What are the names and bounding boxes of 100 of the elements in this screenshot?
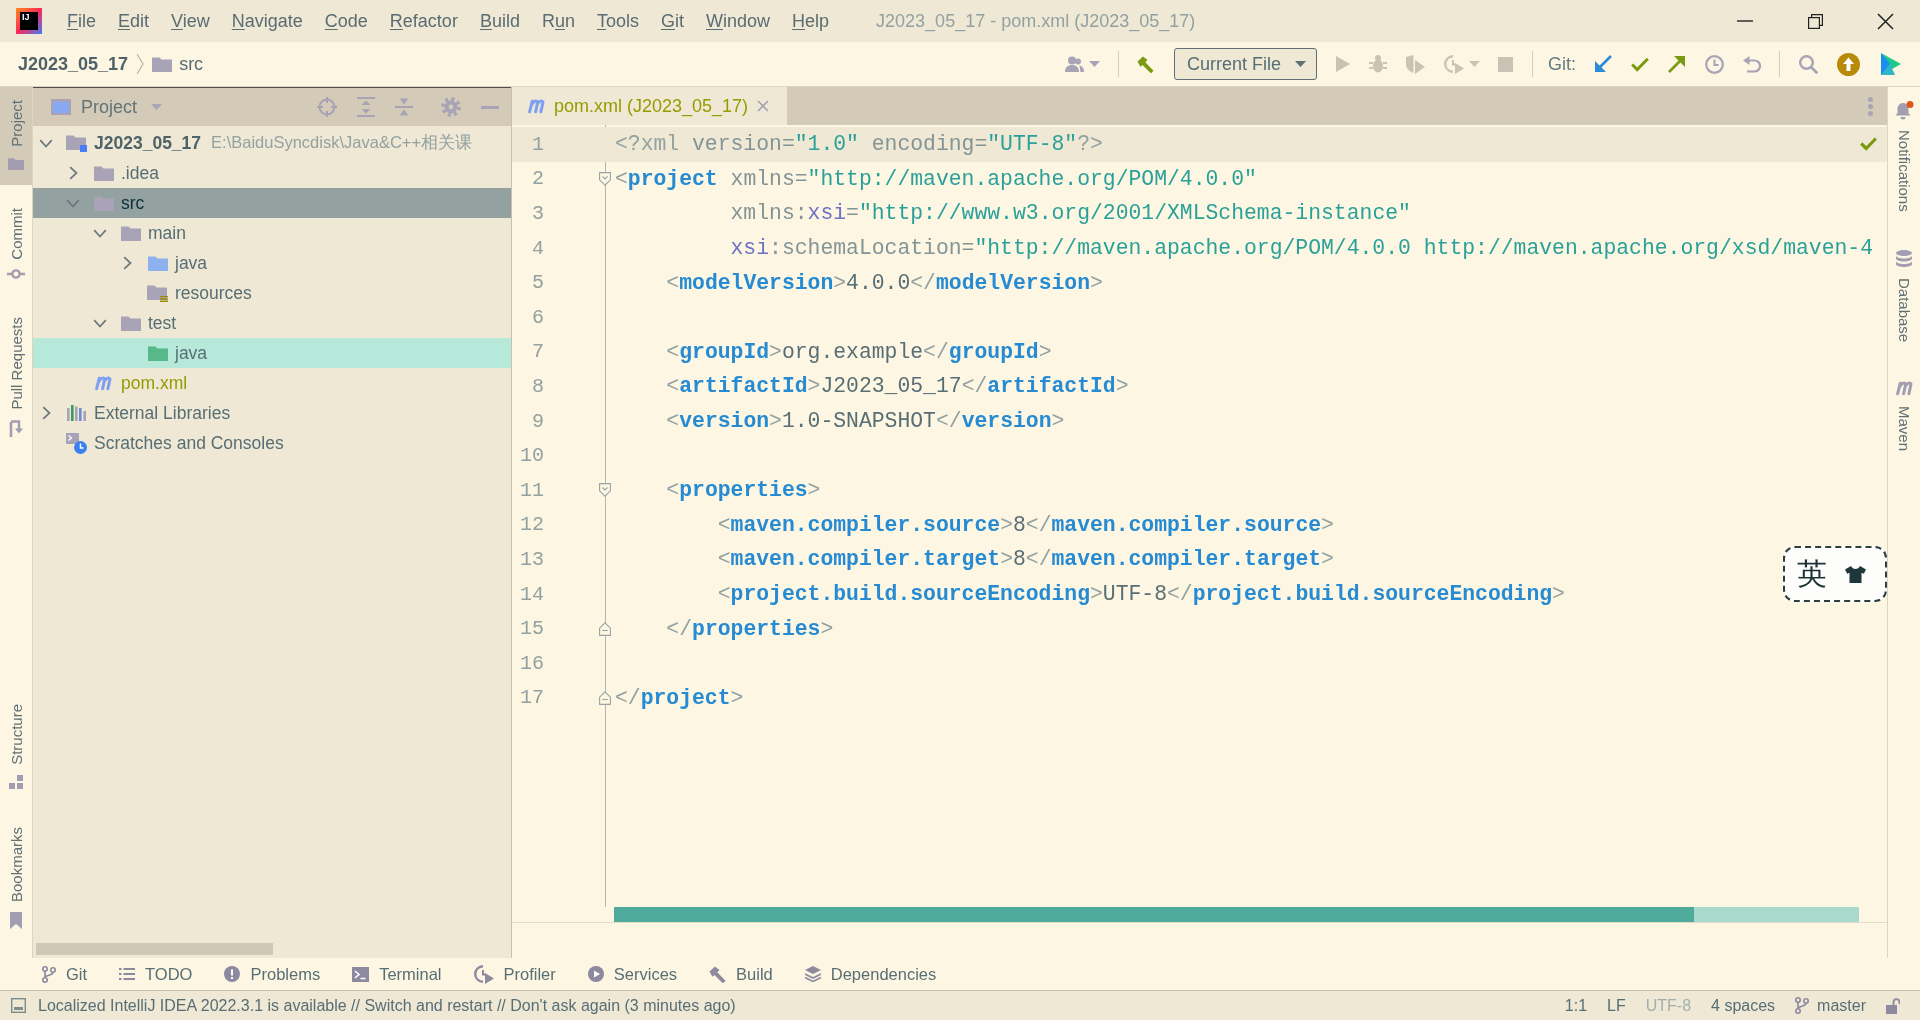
expand-all-icon[interactable] bbox=[357, 97, 375, 117]
fold-marker-icon[interactable] bbox=[599, 483, 611, 498]
tool-window-button[interactable]: Profiler bbox=[465, 961, 564, 987]
collapse-all-icon[interactable] bbox=[395, 97, 413, 117]
letter-m-icon bbox=[528, 98, 545, 114]
tree-item[interactable]: src bbox=[33, 188, 511, 218]
bell-icon[interactable] bbox=[1894, 101, 1914, 120]
clock-icon[interactable] bbox=[1704, 54, 1724, 74]
status-bar-widget[interactable]: 1:1 bbox=[1554, 996, 1598, 1015]
menu-item[interactable]: Code bbox=[313, 8, 379, 34]
tree-item[interactable]: main bbox=[33, 218, 511, 248]
tree-item[interactable]: java bbox=[33, 248, 511, 278]
chevron-down-icon[interactable] bbox=[66, 198, 80, 208]
line-number: 1 bbox=[532, 132, 544, 156]
tool-window-button[interactable]: Dependencies bbox=[796, 961, 945, 987]
line-number: 16 bbox=[520, 651, 544, 675]
tool-window-button[interactable]: Services bbox=[579, 961, 686, 987]
chevron-down-icon[interactable] bbox=[39, 138, 53, 148]
input-method-widget[interactable]: 英 bbox=[1783, 546, 1887, 602]
arrow-up-right-icon[interactable] bbox=[1667, 55, 1686, 73]
menu-item[interactable]: Navigate bbox=[220, 8, 314, 34]
tree-item[interactable]: .idea bbox=[33, 158, 511, 188]
menu-item[interactable]: Git bbox=[650, 8, 695, 34]
folder-icon bbox=[8, 156, 24, 170]
status-bar-widget[interactable]: LF bbox=[1597, 996, 1636, 1015]
minimize-icon[interactable] bbox=[481, 105, 499, 109]
code-line: <artifactId>J2023_05_17</artifactId> bbox=[666, 374, 1129, 399]
tree-item[interactable]: test bbox=[33, 308, 511, 338]
crosshair-icon[interactable] bbox=[317, 97, 337, 117]
tree-item[interactable]: External Libraries bbox=[33, 398, 511, 428]
menu-item[interactable]: Help bbox=[781, 8, 841, 34]
menu-item[interactable]: Refactor bbox=[378, 8, 469, 34]
search-icon[interactable] bbox=[1798, 54, 1818, 74]
terminal-icon bbox=[352, 966, 370, 982]
editor-tab[interactable]: pom.xml (J2023_05_17) bbox=[512, 87, 788, 125]
menu-item[interactable]: Run bbox=[530, 8, 586, 34]
tool-window-button[interactable]: Commit bbox=[0, 194, 32, 295]
chevron-right-icon[interactable] bbox=[68, 166, 78, 180]
breadcrumb[interactable]: src bbox=[152, 53, 204, 75]
menu-item[interactable]: Window bbox=[695, 8, 782, 34]
tool-window-button[interactable]: Git bbox=[34, 961, 96, 987]
menu-item[interactable]: File bbox=[56, 8, 107, 34]
folder-icon bbox=[66, 134, 87, 152]
tool-window-button[interactable]: Maven bbox=[1888, 367, 1920, 463]
menu-item[interactable]: View bbox=[160, 8, 221, 34]
tool-window-button[interactable]: Build bbox=[701, 961, 781, 987]
settings-icon[interactable] bbox=[441, 97, 461, 117]
tool-window-button[interactable]: Bookmarks bbox=[0, 813, 32, 944]
code-line: <properties> bbox=[666, 478, 821, 503]
tree-item[interactable]: pom.xml bbox=[33, 368, 511, 398]
status-message[interactable]: Localized IntelliJ IDEA 2022.3.1 is available // Switch and restart // Don't ask again (3 minutes ago) bbox=[38, 996, 736, 1015]
menu-item[interactable]: Edit bbox=[107, 8, 161, 34]
tool-window-button[interactable]: Notifications bbox=[1888, 89, 1920, 224]
window-icon[interactable] bbox=[11, 998, 26, 1013]
undo-icon[interactable] bbox=[1742, 55, 1761, 73]
code-line: <maven.compiler.target>8</maven.compiler.target> bbox=[717, 547, 1334, 572]
panel-title[interactable]: Project bbox=[81, 96, 138, 118]
tool-window-button[interactable]: TODO bbox=[111, 961, 201, 987]
tool-window-button[interactable]: Terminal bbox=[344, 961, 450, 987]
fold-marker-icon[interactable] bbox=[599, 171, 611, 186]
menu-item[interactable]: Tools bbox=[585, 8, 650, 34]
lock-icon[interactable] bbox=[1886, 997, 1900, 1014]
more-icon[interactable] bbox=[1868, 96, 1873, 116]
tool-window-button[interactable]: Pull Requests bbox=[0, 304, 32, 452]
fold-marker-icon[interactable] bbox=[599, 621, 611, 636]
breadcrumb[interactable]: J2023_05_17 bbox=[18, 53, 129, 75]
chevron-down-icon[interactable] bbox=[93, 228, 107, 238]
tree-item[interactable]: J2023_05_17 E:\BaiduSyncdisk\Java&C++相关课 bbox=[33, 128, 511, 158]
status-bar-widget[interactable]: master bbox=[1785, 996, 1876, 1015]
shirt-icon[interactable] bbox=[1845, 565, 1866, 583]
horizontal-scrollbar[interactable] bbox=[36, 943, 273, 955]
caret-down-icon[interactable] bbox=[1088, 61, 1100, 67]
up-arrow-circle-icon[interactable] bbox=[1836, 52, 1860, 76]
tool-window-button[interactable]: Database bbox=[1888, 237, 1920, 354]
run-configuration-dropdown[interactable]: Current File bbox=[1173, 48, 1317, 80]
menu-item[interactable]: Build bbox=[468, 8, 531, 34]
tool-window-button[interactable]: Project bbox=[0, 87, 32, 185]
arrow-down-left-icon[interactable] bbox=[1593, 55, 1612, 73]
tree-item[interactable]: java bbox=[33, 338, 511, 368]
line-number: 12 bbox=[520, 513, 544, 537]
close-icon[interactable] bbox=[1876, 12, 1894, 30]
chevron-down-icon[interactable] bbox=[93, 318, 107, 328]
tool-window-button[interactable]: Problems bbox=[216, 961, 329, 987]
users-icon[interactable] bbox=[1065, 56, 1085, 72]
status-bar-widget[interactable]: 4 spaces bbox=[1701, 996, 1786, 1015]
check-icon[interactable] bbox=[1630, 56, 1649, 72]
input-mode-label: 英 bbox=[1797, 554, 1827, 593]
clock-play-icon bbox=[473, 964, 494, 984]
line-number: 5 bbox=[532, 271, 544, 295]
tool-window-button[interactable]: Structure bbox=[0, 691, 32, 804]
hammer-icon[interactable] bbox=[1137, 55, 1155, 73]
restore-icon[interactable] bbox=[1807, 13, 1823, 29]
chevron-right-icon[interactable] bbox=[41, 406, 51, 420]
caret-down-icon[interactable] bbox=[151, 104, 163, 110]
play-circle-icon bbox=[587, 966, 604, 982]
tree-item[interactable]: resources bbox=[33, 278, 511, 308]
logo-icon[interactable] bbox=[1878, 53, 1901, 75]
tree-item[interactable]: Scratches and Consoles bbox=[33, 428, 511, 458]
chevron-right-icon[interactable] bbox=[122, 256, 132, 270]
fold-marker-icon[interactable] bbox=[599, 690, 611, 705]
